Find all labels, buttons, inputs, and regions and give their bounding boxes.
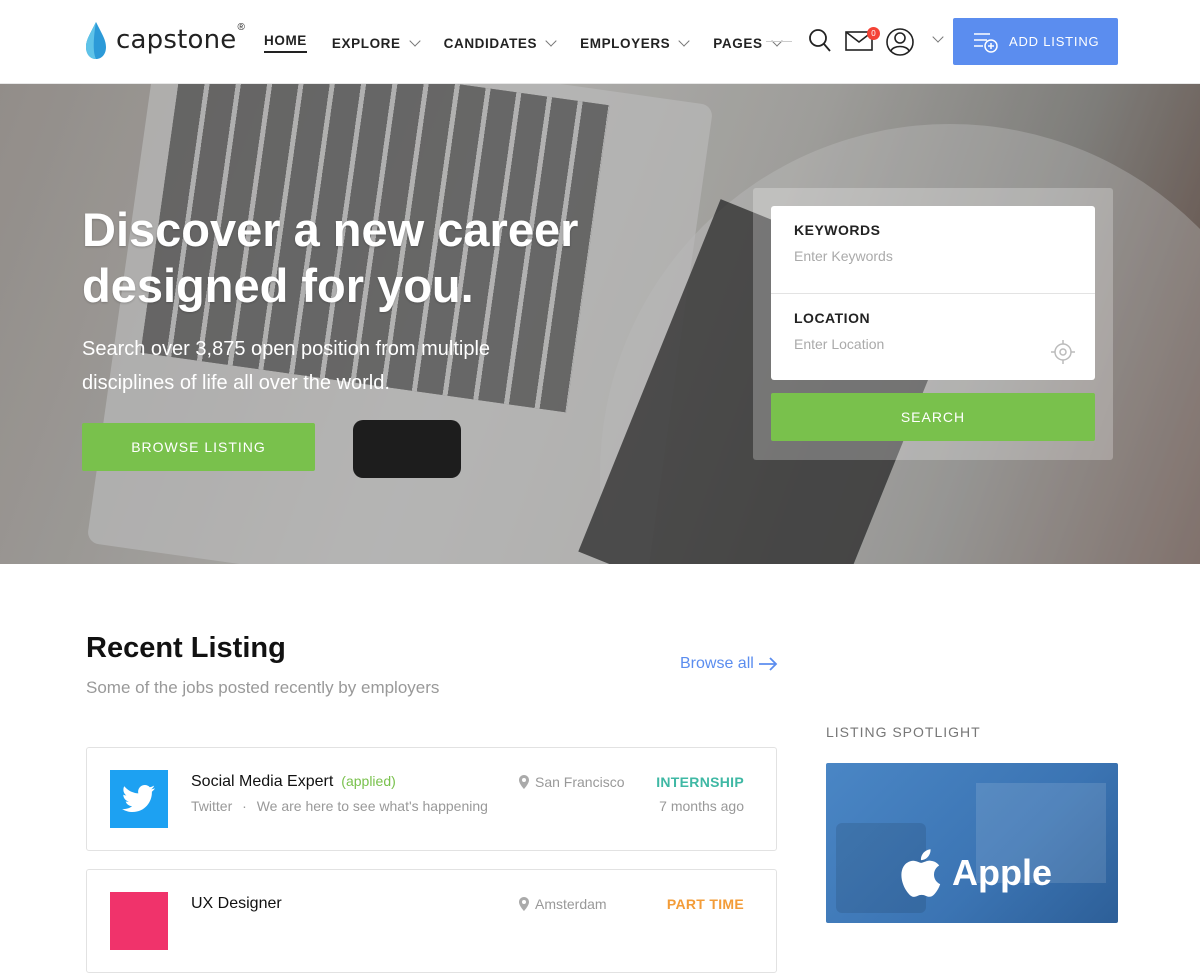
- add-listing-label: ADD LISTING: [1009, 34, 1100, 49]
- keywords-label: KEYWORDS: [794, 222, 881, 238]
- map-pin-icon: [519, 897, 529, 911]
- search-panel: KEYWORDS LOCATION SEARCH: [753, 188, 1113, 460]
- listing-spotlight-label: LISTING SPOTLIGHT: [826, 724, 981, 740]
- job-location: Amsterdam: [519, 896, 607, 912]
- chevron-down-icon: [678, 35, 690, 47]
- logo-registered-mark: ®: [237, 22, 245, 33]
- twitter-logo-icon: [110, 770, 168, 828]
- job-title-text: UX Designer: [191, 895, 282, 912]
- hero-section: Discover a new career designed for you. …: [0, 84, 1200, 564]
- job-title: UX Designer: [191, 895, 282, 913]
- location-label: LOCATION: [794, 310, 871, 326]
- keywords-input[interactable]: [794, 248, 1034, 264]
- company-tagline: We are here to see what's happening: [256, 798, 488, 814]
- job-location-text: Amsterdam: [535, 896, 607, 912]
- company-name: Twitter: [191, 798, 233, 814]
- crosshair-locate-icon[interactable]: [1051, 340, 1075, 369]
- main-menu: HOME EXPLORE CANDIDATES EMPLOYERS PAGES: [264, 33, 806, 53]
- map-pin-icon: [519, 775, 529, 789]
- logo-text: capstone: [116, 25, 237, 55]
- spotlight-card[interactable]: Apple: [826, 763, 1118, 923]
- location-field: LOCATION: [771, 293, 1095, 380]
- search-icon[interactable]: [808, 28, 832, 59]
- arrow-right-icon: [758, 657, 778, 671]
- job-location: San Francisco: [519, 774, 624, 790]
- menu-item-employers[interactable]: EMPLOYERS: [580, 33, 690, 53]
- user-account-icon[interactable]: [886, 28, 916, 61]
- applied-tag: (applied): [341, 773, 396, 789]
- nav-divider: [766, 41, 792, 42]
- menu-item-label: PAGES: [713, 35, 763, 51]
- browse-all-label: Browse all: [680, 655, 754, 672]
- logo[interactable]: capstone ®: [86, 20, 245, 60]
- job-company-meta: Twitter · We are here to see what's happ…: [191, 798, 488, 814]
- search-button[interactable]: SEARCH: [771, 393, 1095, 441]
- job-location-text: San Francisco: [535, 774, 625, 790]
- logo-drop-icon: [86, 20, 106, 60]
- recent-listing-title: Recent Listing: [86, 632, 286, 664]
- spotlight-brand: Apple: [896, 847, 1052, 899]
- job-listing-card[interactable]: UX Designer Amsterdam PART TIME: [86, 869, 777, 973]
- apple-logo-icon: [901, 849, 941, 897]
- menu-item-label: EXPLORE: [331, 35, 401, 51]
- hero-title: Discover a new career designed for you.: [82, 203, 579, 312]
- job-type-badge: INTERNSHIP: [656, 774, 744, 790]
- job-type-badge: PART TIME: [666, 896, 744, 912]
- browse-all-link[interactable]: Browse all: [680, 655, 778, 673]
- keywords-field: KEYWORDS: [771, 206, 1095, 293]
- job-title-text: Social Media Expert: [191, 773, 334, 790]
- spotlight-brand-name: Apple: [952, 852, 1053, 893]
- chevron-down-icon[interactable]: [932, 31, 944, 43]
- chevron-down-icon: [408, 35, 421, 47]
- location-input[interactable]: [794, 336, 1034, 352]
- search-form: KEYWORDS LOCATION: [771, 206, 1095, 380]
- job-posted-time: 7 months ago: [659, 798, 744, 814]
- top-navbar: capstone ® HOME EXPLORE CANDIDATES EMPLO…: [0, 0, 1200, 84]
- add-list-icon: [974, 32, 998, 53]
- menu-item-label: CANDIDATES: [443, 35, 538, 51]
- job-title: Social Media Expert (applied): [191, 773, 396, 791]
- menu-item-explore[interactable]: EXPLORE: [331, 33, 421, 53]
- hero-subtitle: Search over 3,875 open position from mul…: [82, 338, 491, 394]
- menu-item-label: EMPLOYERS: [580, 35, 671, 51]
- mail-count-badge: 0: [867, 27, 880, 40]
- menu-item-candidates[interactable]: CANDIDATES: [443, 33, 557, 53]
- job-listing-card[interactable]: Social Media Expert (applied) Twitter · W…: [86, 747, 777, 851]
- browse-listing-button[interactable]: BROWSE LISTING: [82, 423, 315, 471]
- add-listing-button[interactable]: ADD LISTING: [953, 18, 1118, 65]
- mail-icon[interactable]: 0: [845, 27, 880, 56]
- company-logo-icon: [110, 892, 168, 950]
- menu-item-label: HOME: [264, 33, 307, 53]
- menu-item-pages[interactable]: PAGES: [713, 33, 783, 53]
- menu-item-home[interactable]: HOME: [264, 33, 307, 53]
- chevron-down-icon: [545, 35, 557, 47]
- meta-separator: ·: [242, 798, 247, 814]
- recent-listing-subtitle: Some of the jobs posted recently by empl…: [86, 678, 440, 697]
